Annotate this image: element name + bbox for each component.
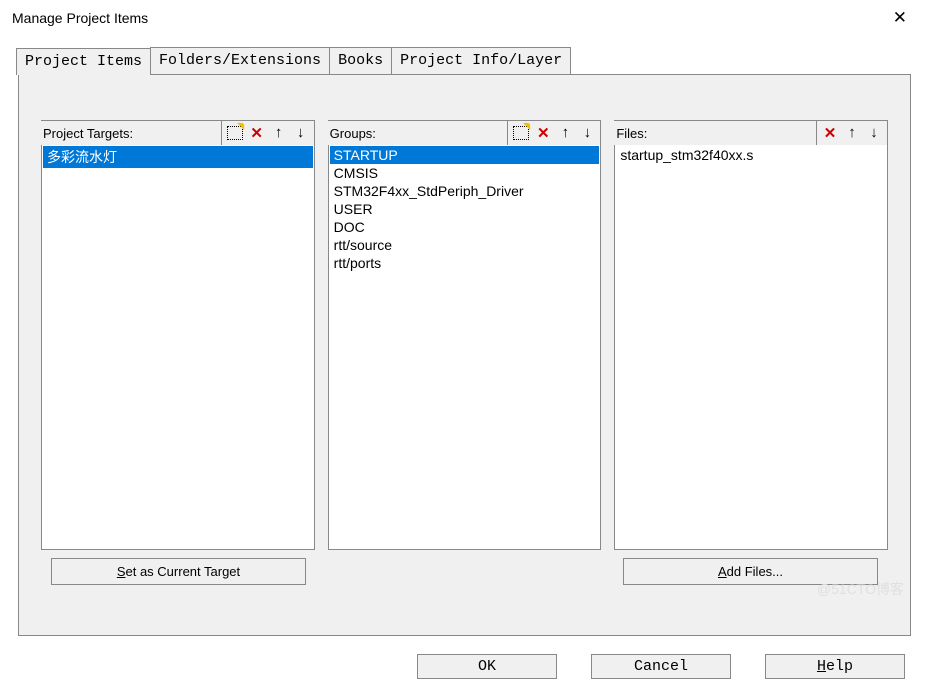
dialog-body: Project Items Folders/Extensions Books P…	[0, 35, 929, 654]
titlebar: Manage Project Items ✕	[0, 0, 929, 35]
tab-books[interactable]: Books	[329, 47, 392, 74]
tab-folders-extensions[interactable]: Folders/Extensions	[150, 47, 330, 74]
list-item[interactable]: startup_stm32f40xx.s	[616, 146, 886, 164]
new-target-icon[interactable]	[224, 123, 246, 143]
ok-button[interactable]: OK	[417, 654, 557, 679]
list-item[interactable]: rtt/source	[330, 236, 600, 254]
help-button[interactable]: Help	[765, 654, 905, 679]
delete-group-icon[interactable]: ✕	[532, 123, 554, 143]
close-icon[interactable]: ✕	[883, 4, 917, 32]
files-listbox[interactable]: startup_stm32f40xx.s	[614, 145, 888, 550]
groups-label: Groups:	[328, 126, 376, 141]
delete-target-icon[interactable]: ✕	[246, 123, 268, 143]
files-toolbar: ✕	[816, 121, 888, 146]
tab-project-info-layer[interactable]: Project Info/Layer	[391, 47, 571, 74]
cancel-button[interactable]: Cancel	[591, 654, 731, 679]
list-item[interactable]: USER	[330, 200, 600, 218]
move-file-down-icon[interactable]	[863, 123, 885, 143]
targets-listbox[interactable]: 多彩流水灯	[41, 145, 315, 550]
targets-label: Project Targets:	[41, 126, 133, 141]
files-column: Files: ✕ startup_stm32f40xx.s	[614, 120, 888, 550]
groups-listbox[interactable]: STARTUP CMSIS STM32F4xx_StdPeriph_Driver…	[328, 145, 602, 550]
move-target-up-icon[interactable]	[268, 123, 290, 143]
list-item[interactable]: STARTUP	[330, 146, 600, 164]
groups-toolbar: ✕	[507, 121, 601, 146]
list-item[interactable]: rtt/ports	[330, 254, 600, 272]
new-group-icon[interactable]	[510, 123, 532, 143]
delete-file-icon[interactable]: ✕	[819, 123, 841, 143]
list-item[interactable]: CMSIS	[330, 164, 600, 182]
targets-toolbar: ✕	[221, 121, 315, 146]
move-file-up-icon[interactable]	[841, 123, 863, 143]
tab-panel: Project Targets: ✕ 多彩流水灯 Groups:	[18, 74, 911, 636]
move-target-down-icon[interactable]	[290, 123, 312, 143]
dialog-buttons: OK Cancel Help	[0, 654, 929, 679]
set-current-target-button[interactable]: Set as Current Target	[51, 558, 306, 585]
list-item[interactable]: DOC	[330, 218, 600, 236]
move-group-up-icon[interactable]	[554, 123, 576, 143]
lower-buttons: Set as Current Target Add Files...	[41, 558, 888, 585]
targets-column: Project Targets: ✕ 多彩流水灯	[41, 120, 315, 550]
window-title: Manage Project Items	[12, 10, 148, 26]
groups-column: Groups: ✕ STARTUP CMSIS STM32F4xx_StdPer…	[328, 120, 602, 550]
tabstrip: Project Items Folders/Extensions Books P…	[16, 47, 911, 74]
files-label: Files:	[614, 126, 647, 141]
list-item[interactable]: STM32F4xx_StdPeriph_Driver	[330, 182, 600, 200]
move-group-down-icon[interactable]	[576, 123, 598, 143]
tab-project-items[interactable]: Project Items	[16, 48, 151, 75]
add-files-button[interactable]: Add Files...	[623, 558, 878, 585]
list-item[interactable]: 多彩流水灯	[43, 146, 313, 168]
